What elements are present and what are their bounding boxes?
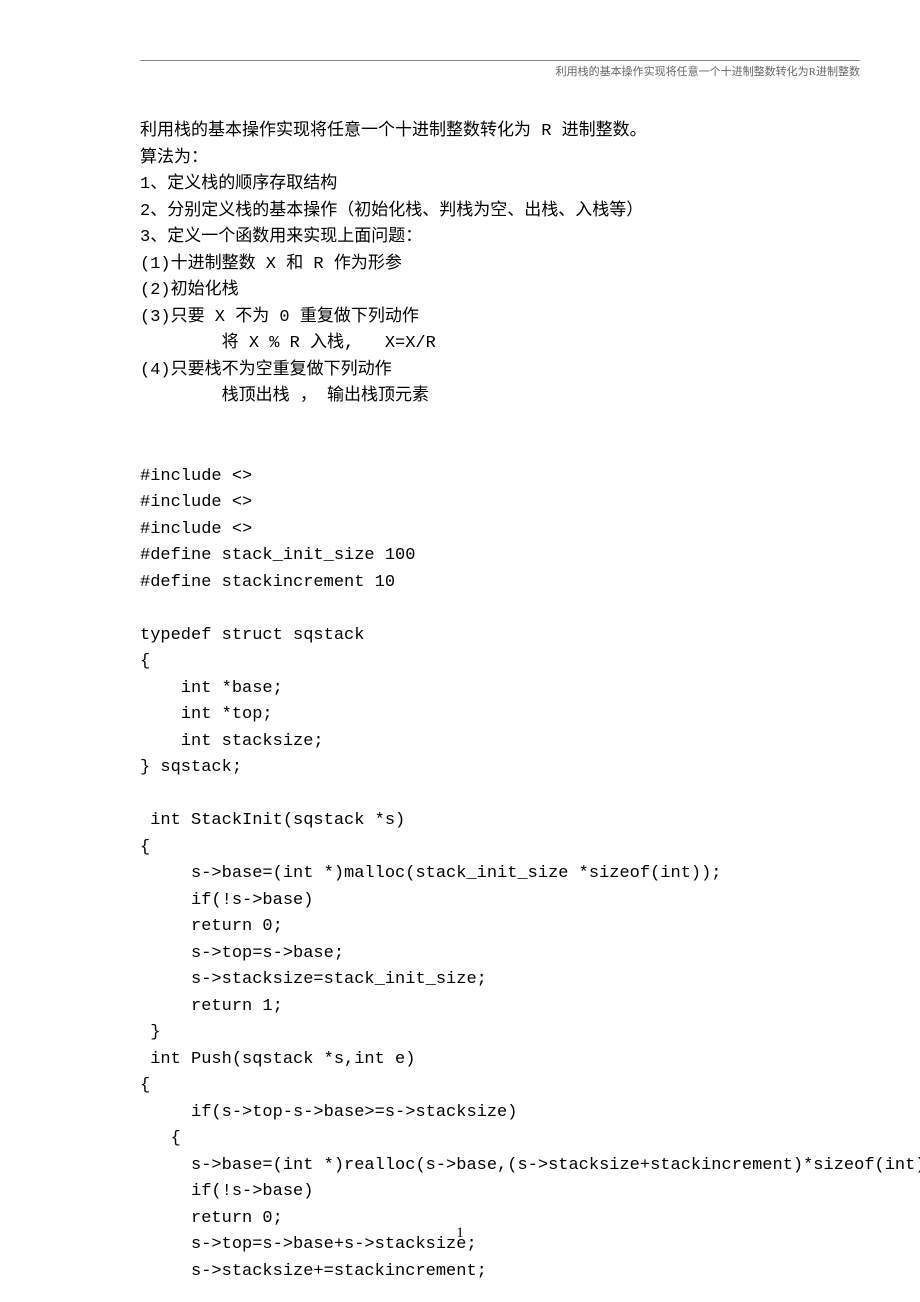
text-line: 1、定义栈的顺序存取结构 xyxy=(140,172,860,199)
text-line: } xyxy=(140,1020,860,1047)
text-line: 利用栈的基本操作实现将任意一个十进制整数转化为 R 进制整数。 xyxy=(140,119,860,146)
text-line: #include <> xyxy=(140,517,860,544)
text-line: (1)十进制整数 X 和 R 作为形参 xyxy=(140,252,860,279)
text-line xyxy=(140,596,860,623)
text-line: int *base; xyxy=(140,676,860,703)
document-body: 利用栈的基本操作实现将任意一个十进制整数转化为 R 进制整数。算法为：1、定义栈… xyxy=(140,119,860,1285)
text-line: int *top; xyxy=(140,702,860,729)
page-number: 1 xyxy=(0,1225,920,1242)
text-line: (4)只要栈不为空重复做下列动作 xyxy=(140,358,860,385)
text-line: s->base=(int *)realloc(s->base,(s->stack… xyxy=(140,1153,860,1180)
text-line: return 0; xyxy=(140,914,860,941)
text-line: #define stackincrement 10 xyxy=(140,570,860,597)
header-text: 利用栈的基本操作实现将任意一个十进制整数转化为R进制整数 xyxy=(140,63,860,79)
text-line xyxy=(140,437,860,464)
text-line: { xyxy=(140,1073,860,1100)
text-line: if(!s->base) xyxy=(140,888,860,915)
text-line: s->base=(int *)malloc(stack_init_size *s… xyxy=(140,861,860,888)
text-line: return 1; xyxy=(140,994,860,1021)
text-line: #include <> xyxy=(140,464,860,491)
header-rule xyxy=(140,60,860,61)
text-line: { xyxy=(140,649,860,676)
text-line: s->stacksize+=stackincrement; xyxy=(140,1259,860,1286)
document-page: 利用栈的基本操作实现将任意一个十进制整数转化为R进制整数 利用栈的基本操作实现将… xyxy=(0,0,920,1285)
text-line: int Push(sqstack *s,int e) xyxy=(140,1047,860,1074)
text-line: 栈顶出栈 ， 输出栈顶元素 xyxy=(140,384,860,411)
text-line: (2)初始化栈 xyxy=(140,278,860,305)
text-line: #define stack_init_size 100 xyxy=(140,543,860,570)
text-line xyxy=(140,411,860,438)
text-line: 2、分别定义栈的基本操作（初始化栈、判栈为空、出栈、入栈等） xyxy=(140,199,860,226)
text-line: typedef struct sqstack xyxy=(140,623,860,650)
text-line: (3)只要 X 不为 0 重复做下列动作 xyxy=(140,305,860,332)
text-line: if(s->top-s->base>=s->stacksize) xyxy=(140,1100,860,1127)
text-line: 算法为： xyxy=(140,146,860,173)
text-line: { xyxy=(140,1126,860,1153)
text-line: s->top=s->base; xyxy=(140,941,860,968)
text-line: } sqstack; xyxy=(140,755,860,782)
text-line: int StackInit(sqstack *s) xyxy=(140,808,860,835)
text-line: if(!s->base) xyxy=(140,1179,860,1206)
text-line: int stacksize; xyxy=(140,729,860,756)
text-line: #include <> xyxy=(140,490,860,517)
text-line: 3、定义一个函数用来实现上面问题： xyxy=(140,225,860,252)
text-line: s->stacksize=stack_init_size; xyxy=(140,967,860,994)
text-line xyxy=(140,782,860,809)
text-line: { xyxy=(140,835,860,862)
text-line: 将 X % R 入栈, X=X/R xyxy=(140,331,860,358)
